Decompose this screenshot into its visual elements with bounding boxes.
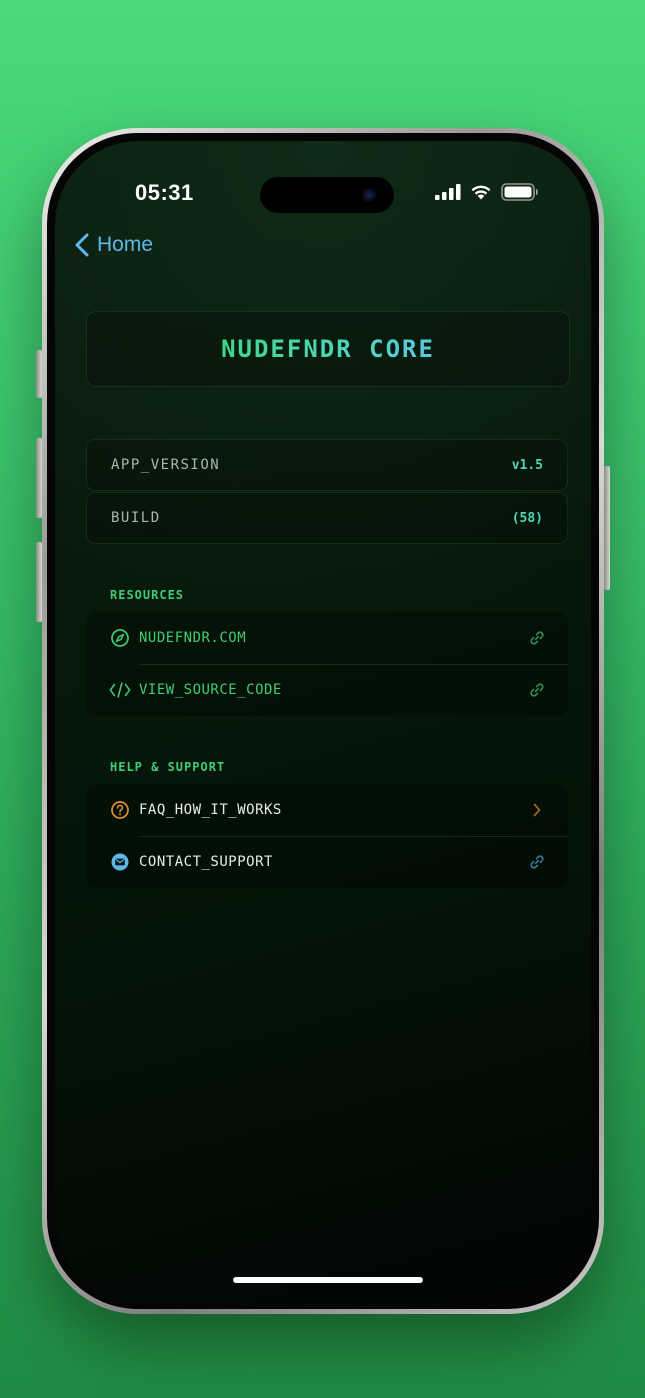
contact-support-label: CONTACT_SUPPORT xyxy=(139,854,273,870)
source-code-link-label: VIEW_SOURCE_CODE xyxy=(139,682,282,698)
title-card: NUDEFNDR CORE xyxy=(86,311,570,387)
app-version-value: v1.5 xyxy=(511,457,543,473)
resources-group: NUDEFNDR.COM VIEW_SOURCE_CODE xyxy=(86,612,568,716)
faq-label: FAQ_HOW_IT_WORKS xyxy=(139,802,282,818)
action-button xyxy=(36,350,42,398)
build-label: BUILD xyxy=(111,510,161,526)
code-icon xyxy=(109,679,131,701)
envelope-icon xyxy=(109,851,131,873)
chevron-right-icon xyxy=(528,801,546,819)
section-header-help: HELP & SUPPORT xyxy=(110,760,226,774)
website-link-label: NUDEFNDR.COM xyxy=(139,630,247,646)
section-header-resources: RESOURCES xyxy=(110,588,185,602)
source-code-link-row[interactable]: VIEW_SOURCE_CODE xyxy=(86,664,568,716)
help-group: FAQ_HOW_IT_WORKS CONTACT_SUPPORT xyxy=(86,784,568,888)
volume-up-button xyxy=(36,438,42,518)
volume-down-button xyxy=(36,542,42,622)
back-button[interactable]: Home xyxy=(75,233,153,257)
status-time: 05:31 xyxy=(135,180,194,205)
question-icon xyxy=(109,799,131,821)
app-version-row: APP_VERSION v1.5 xyxy=(86,439,568,491)
link-icon xyxy=(528,629,546,647)
dynamic-island xyxy=(260,177,394,213)
faq-row[interactable]: FAQ_HOW_IT_WORKS xyxy=(86,784,568,836)
build-row: BUILD (58) xyxy=(86,492,568,544)
back-button-label: Home xyxy=(97,233,154,256)
status-icons xyxy=(435,183,539,201)
cellular-signal-icon xyxy=(435,184,461,200)
battery-icon xyxy=(501,183,538,201)
website-link-row[interactable]: NUDEFNDR.COM xyxy=(86,612,568,664)
link-icon xyxy=(528,681,546,699)
page-title: NUDEFNDR CORE xyxy=(221,335,435,363)
power-button xyxy=(604,466,610,590)
app-version-label: APP_VERSION xyxy=(111,457,221,473)
wifi-icon xyxy=(471,185,491,200)
link-icon xyxy=(528,853,546,871)
build-value: (58) xyxy=(511,510,543,526)
home-indicator[interactable] xyxy=(233,1277,423,1283)
screen: 05:31 Home NUDEFNDR CORE APP_VERSION v1.… xyxy=(55,141,591,1301)
chevron-left-icon xyxy=(75,233,89,257)
contact-support-row[interactable]: CONTACT_SUPPORT xyxy=(86,836,568,888)
compass-icon xyxy=(109,627,131,649)
phone-frame: 05:31 Home NUDEFNDR CORE APP_VERSION v1.… xyxy=(36,128,610,1314)
phone-bezel: 05:31 Home NUDEFNDR CORE APP_VERSION v1.… xyxy=(47,133,599,1309)
front-camera-icon xyxy=(362,188,376,202)
